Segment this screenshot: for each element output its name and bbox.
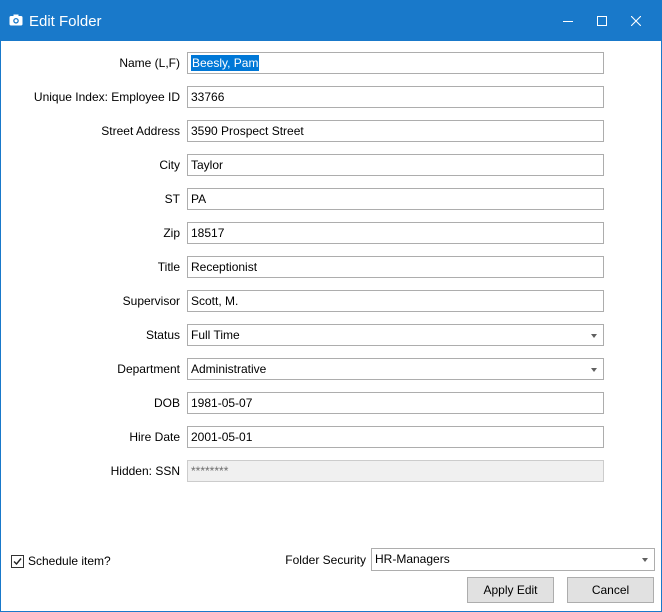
row-dob: DOB 1981-05-07 [1, 392, 661, 414]
employee-id-label: Unique Index: Employee ID [33, 90, 180, 104]
status-label: Status [145, 328, 180, 342]
street-address-label: Street Address [101, 124, 180, 138]
name-field[interactable]: Beesly, Pam [187, 52, 604, 74]
close-button[interactable] [619, 1, 653, 41]
apply-edit-button[interactable]: Apply Edit [467, 577, 554, 603]
zip-field[interactable]: 18517 [187, 222, 604, 244]
status-value: Full Time [191, 328, 240, 342]
chevron-down-icon [642, 558, 648, 562]
minimize-button[interactable] [551, 1, 585, 41]
department-label: Department [117, 362, 180, 376]
name-label: Name (L,F) [119, 56, 180, 70]
row-state: ST PA [1, 188, 661, 210]
checkbox-box[interactable] [11, 554, 24, 568]
city-field[interactable]: Taylor [187, 154, 604, 176]
row-employee-id: Unique Index: Employee ID 33766 [1, 86, 661, 108]
maximize-icon [597, 16, 607, 26]
supervisor-field[interactable]: Scott, M. [187, 290, 604, 312]
street-address-field[interactable]: 3590 Prospect Street [187, 120, 604, 142]
cancel-button[interactable]: Cancel [567, 577, 654, 603]
row-title: Title Receptionist [1, 256, 661, 278]
state-field[interactable]: PA [187, 188, 604, 210]
minimize-icon [563, 21, 573, 22]
maximize-button[interactable] [585, 1, 619, 41]
department-value: Administrative [191, 362, 267, 376]
row-hire-date: Hire Date 2001-05-01 [1, 426, 661, 448]
row-status: Status Full Time [1, 324, 661, 346]
name-value: Beesly, Pam [191, 55, 260, 71]
chevron-down-icon [591, 334, 597, 338]
ssn-label: Hidden: SSN [110, 464, 180, 478]
status-dropdown[interactable]: Full Time [187, 324, 604, 346]
window-title: Edit Folder [29, 13, 102, 30]
checkmark-icon [13, 557, 22, 565]
department-dropdown[interactable]: Administrative [187, 358, 604, 380]
dob-label: DOB [153, 396, 180, 410]
row-street-address: Street Address 3590 Prospect Street [1, 120, 661, 142]
chevron-down-icon [591, 368, 597, 372]
schedule-item-label: Schedule item? [28, 554, 111, 568]
folder-security-dropdown[interactable]: HR-Managers [371, 548, 655, 571]
city-label: City [159, 158, 180, 172]
folder-security-label: Folder Security [285, 553, 366, 567]
title-field[interactable]: Receptionist [187, 256, 604, 278]
camera-icon [9, 14, 23, 26]
employee-id-field[interactable]: 33766 [187, 86, 604, 108]
folder-form: Name (L,F) Beesly, Pam Unique Index: Emp… [1, 41, 661, 611]
edit-folder-dialog: Edit Folder Name (L,F) Beesly, Pam Uniqu… [0, 0, 662, 612]
row-zip: Zip 18517 [1, 222, 661, 244]
folder-security-value: HR-Managers [375, 552, 450, 566]
schedule-item-checkbox[interactable]: Schedule item? [11, 554, 111, 568]
close-icon [631, 16, 641, 26]
row-name: Name (L,F) Beesly, Pam [1, 52, 661, 74]
ssn-field: ******** [187, 460, 604, 482]
hire-date-label: Hire Date [129, 430, 180, 444]
zip-label: Zip [163, 226, 180, 240]
row-city: City Taylor [1, 154, 661, 176]
state-label: ST [164, 192, 180, 206]
title-label: Title [157, 260, 180, 274]
row-department: Department Administrative [1, 358, 661, 380]
title-bar[interactable]: Edit Folder [1, 1, 661, 41]
dob-field[interactable]: 1981-05-07 [187, 392, 604, 414]
row-supervisor: Supervisor Scott, M. [1, 290, 661, 312]
row-ssn: Hidden: SSN ******** [1, 460, 661, 482]
hire-date-field[interactable]: 2001-05-01 [187, 426, 604, 448]
supervisor-label: Supervisor [122, 294, 180, 308]
